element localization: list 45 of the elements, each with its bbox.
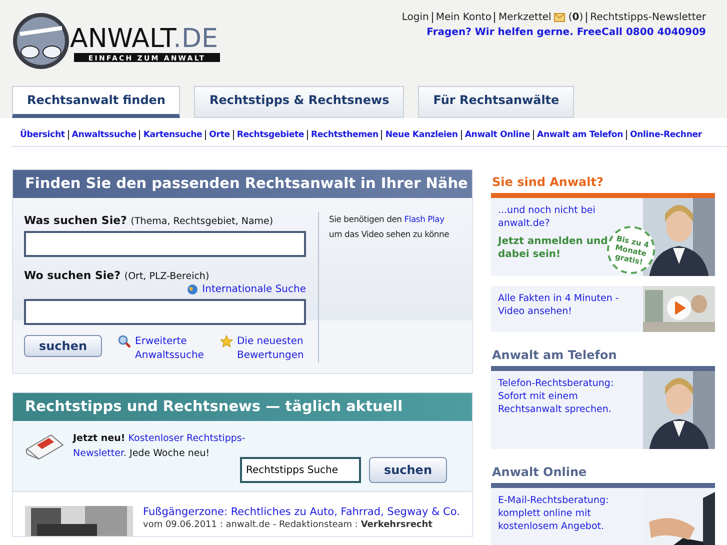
sidebar-card[interactable]: Alle Fakten in 4 Minuten - Video ansehen! bbox=[491, 286, 715, 332]
sidebar-heading: Anwalt am Telefon bbox=[491, 347, 618, 364]
sidebar-card[interactable]: Telefon-Rechtsberatung: Sofort mit einem Rechtsanwalt sprechen. bbox=[491, 371, 715, 449]
nav-tab[interactable]: Rechtstipps & Rechtsnews bbox=[194, 86, 404, 118]
newsletter-link[interactable]: Kostenloser Rechtstipps- bbox=[128, 433, 246, 444]
sidebar-heading: Anwalt Online bbox=[491, 464, 588, 481]
panel-title: Rechtstipps und Rechtsnews — täglich aktuell bbox=[13, 393, 472, 421]
subnav-link[interactable]: Anwaltssuche bbox=[68, 130, 136, 140]
subnav-link[interactable]: Neue Kanzleien bbox=[381, 130, 458, 140]
international-search-link[interactable]: Internationale Suche bbox=[202, 284, 306, 295]
top-link[interactable]: Merkzettel bbox=[494, 12, 552, 23]
nav-tab[interactable]: Für Rechtsanwälte bbox=[418, 86, 574, 118]
top-link[interactable]: Rechtstipps-Newsletter bbox=[586, 12, 706, 23]
field-label: Wo suchen Sie? (Ort, PLZ-Bereich) bbox=[24, 269, 210, 282]
nav-tab[interactable]: Rechtsanwalt finden bbox=[12, 86, 180, 118]
sidebar-card[interactable]: E-Mail-Rechtsberatung: komplett online mit kostenlosem Angebot. bbox=[491, 488, 715, 545]
article-meta: vom 09.06.2011 : anwalt.de - Redaktionsteam : Verkehrsrecht bbox=[143, 520, 434, 530]
subnav-link[interactable]: Übersicht bbox=[20, 130, 65, 140]
panel-title: Finden Sie den passenden Rechtsanwalt in Ihrer Nähe bbox=[13, 170, 472, 198]
subnav-link[interactable]: Rechtsthemen bbox=[306, 130, 378, 140]
field-label: Was suchen Sie? (Thema, Rechtsgebiet, Name) bbox=[24, 214, 274, 227]
flash-notice: um das Video sehen zu könne bbox=[329, 228, 450, 241]
tips-search-field[interactable]: Rechtstipps Suche bbox=[240, 457, 361, 483]
top-link[interactable]: Login bbox=[402, 12, 429, 23]
hotline-text: Fragen? Wir helfen gerne. FreeCall 0800 4040909 bbox=[426, 27, 706, 38]
subnav-link[interactable]: Anwalt Online bbox=[460, 130, 530, 140]
subnav-link[interactable]: Anwalt am Telefon bbox=[533, 130, 624, 140]
card-link[interactable]: E-Mail-Rechtsberatung: komplett online mit kostenlosem Angebot. bbox=[498, 494, 643, 533]
subnav-link[interactable]: Rechtsgebiete bbox=[232, 130, 304, 140]
subnav-link[interactable]: Online-Rechner bbox=[626, 130, 702, 140]
card-link[interactable]: Telefon-Rechtsberatung: Sofort mit einem Rechtsanwalt sprechen. bbox=[498, 377, 643, 416]
search-option-link[interactable]: Die neuesten Bewertungen bbox=[236, 335, 304, 363]
subnav-link[interactable]: Orte bbox=[205, 130, 230, 140]
item-count: (0) bbox=[568, 12, 584, 23]
search-option-link[interactable]: Erweiterte Anwaltssuche bbox=[135, 335, 204, 363]
sidebar-heading: Sie sind Anwalt? bbox=[491, 174, 604, 191]
subnav-link[interactable]: Kartensuche bbox=[139, 130, 202, 140]
card-link[interactable]: Alle Fakten in 4 Minuten - Video ansehen! bbox=[498, 292, 643, 318]
search-button[interactable]: suchen bbox=[24, 335, 102, 357]
flash-notice: Sie benötigen den Flash Play bbox=[329, 213, 446, 226]
search-button[interactable]: suchen bbox=[368, 457, 447, 483]
newsletter-link[interactable]: Newsletter bbox=[73, 448, 124, 459]
article-link[interactable]: Fußgängerzone: Rechtliches zu Auto, Fahrrad, Segway & Co. bbox=[143, 506, 460, 518]
flash-link[interactable]: Flash Play bbox=[404, 214, 444, 224]
top-link[interactable]: Mein Konto bbox=[432, 12, 492, 23]
